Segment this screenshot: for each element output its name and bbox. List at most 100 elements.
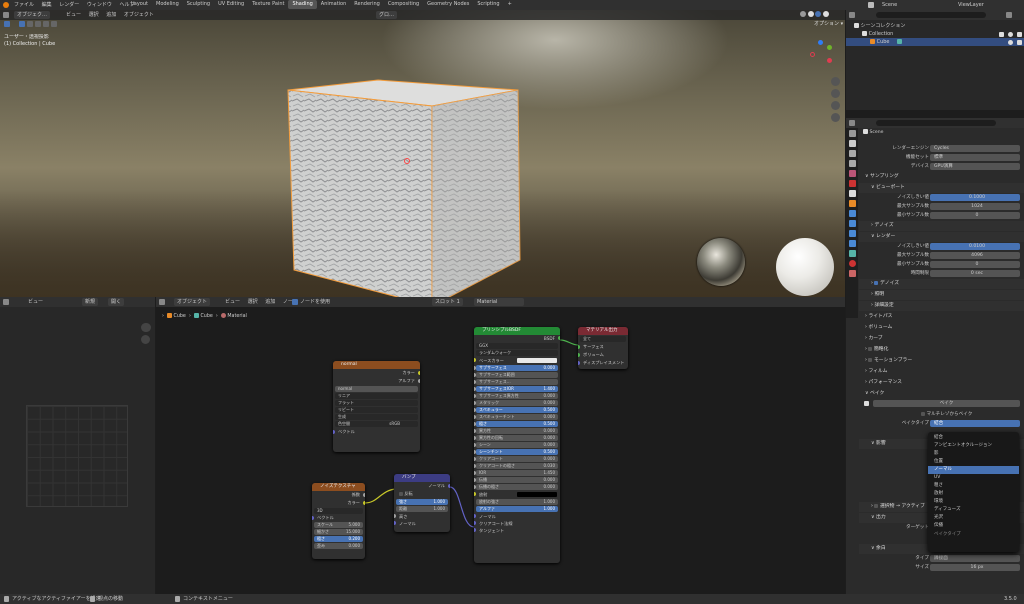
margin-type-value[interactable]: 隣接面 <box>930 555 1020 562</box>
view-layer-name[interactable]: ViewLayer <box>958 1 984 9</box>
light-paths-panel[interactable]: › ライトパス <box>859 312 1024 322</box>
particles-tab-icon[interactable] <box>848 220 856 227</box>
select-intersect-icon[interactable] <box>51 21 57 27</box>
principled-socket-4[interactable] <box>474 394 476 398</box>
multires-row[interactable]: マルチレゾからベイク <box>859 410 1024 419</box>
menu-edit[interactable]: 編集 <box>42 1 52 9</box>
margin-size-value[interactable]: 16 px <box>930 564 1020 571</box>
feature-set-value[interactable]: 標準 <box>930 154 1020 161</box>
film-panel[interactable]: › フィルム <box>859 367 1024 377</box>
world-tab-icon[interactable] <box>848 180 856 187</box>
denoise-checkbox[interactable] <box>874 280 879 285</box>
menu-render[interactable]: レンダー <box>59 1 79 9</box>
principled-socket-8[interactable] <box>474 422 476 426</box>
viewport-subpanel[interactable]: ∨ ビューポート <box>859 183 1024 193</box>
axis-y-icon[interactable] <box>827 45 832 50</box>
outliner-search-field[interactable] <box>876 12 986 18</box>
tab-sculpting[interactable]: Sculpting <box>183 0 214 9</box>
device-value[interactable]: GPU演算 <box>930 163 1020 170</box>
principled-input-16[interactable]: 伝播 0.000 <box>474 477 558 483</box>
advanced-subpanel[interactable]: › 詳細設定 <box>859 301 1024 311</box>
viewport-3d[interactable]: オブジェク… ビュー 選択 追加 オブジェクト グロ… オプション ▾ ユーザー… <box>0 10 845 297</box>
principled-input-13[interactable]: クリアコート 0.000 <box>474 456 558 462</box>
tab-texture-paint[interactable]: Texture Paint <box>248 0 288 9</box>
r-noise-row[interactable]: ノイズしきい値 0.0100 <box>859 242 1024 251</box>
principled-input-15[interactable]: IOR 1.450 <box>474 470 558 476</box>
principled-input-12[interactable]: シーンチント 0.500 <box>474 449 558 455</box>
select-subtract-icon[interactable] <box>35 21 41 27</box>
material-tab-icon[interactable] <box>848 260 856 267</box>
collection-exclude-icon[interactable] <box>999 32 1004 37</box>
bake-type-option[interactable]: 光沢 <box>928 514 1019 522</box>
socket-fac[interactable] <box>363 493 365 497</box>
r-min-row[interactable]: 最小サンプル数 0 <box>859 260 1024 269</box>
menu-object[interactable]: オブジェクト <box>124 11 154 19</box>
projection-dropdown[interactable]: フラット <box>335 400 418 406</box>
margin-size-row[interactable]: サイズ 16 px <box>859 563 1024 572</box>
vp-min-row[interactable]: 最小サンプル数 0 <box>859 211 1024 220</box>
wireframe-icon[interactable] <box>800 11 806 17</box>
render-engine-value[interactable]: Cycles <box>930 145 1020 152</box>
cube-mesh[interactable] <box>280 78 538 297</box>
tab-scripting[interactable]: Scripting <box>473 0 503 9</box>
uv-grid[interactable] <box>26 405 128 507</box>
vp-noise-row[interactable]: ノイズしきい値 0.1000 <box>859 193 1024 202</box>
render-engine-row[interactable]: レンダーエンジン Cycles <box>859 144 1024 153</box>
solid-icon[interactable] <box>807 11 814 17</box>
r-denoise-subpanel[interactable]: › デノイズ <box>859 279 1024 289</box>
image-datablock[interactable]: normal <box>335 386 418 392</box>
cube-visibility-icon[interactable] <box>1008 40 1013 45</box>
r-time-value[interactable]: 0 sec <box>930 270 1020 277</box>
base-color-swatch[interactable] <box>517 358 557 363</box>
bump-node[interactable]: バンプ ノーマル 反転 強さ 1.000 距離 1.000 高さ ノーマル <box>394 474 450 532</box>
bake-type-option[interactable]: 粗さ <box>928 482 1019 490</box>
options-dropdown[interactable]: オプション ▾ <box>814 20 843 29</box>
principled-input-1[interactable]: サブサーフェス範囲 <box>474 372 558 378</box>
tab-rendering[interactable]: Rendering <box>350 0 384 9</box>
principled-node-header[interactable]: プリンシプルBSDF <box>474 327 560 335</box>
noise-node-header[interactable]: ノイズテクスチャ <box>312 483 365 491</box>
selected-active-checkbox[interactable] <box>874 503 879 508</box>
principled-input-17[interactable]: 伝播の粗さ 0.000 <box>474 484 558 490</box>
transform-orientation[interactable]: グロ… <box>376 11 398 19</box>
navigation-gizmo[interactable] <box>808 40 838 70</box>
principled-input-9[interactable]: 異方性 0.000 <box>474 428 558 434</box>
invert-checkbox[interactable] <box>399 492 403 496</box>
tab-shading[interactable]: Shading <box>288 0 317 9</box>
select-new-icon[interactable] <box>19 21 25 27</box>
margin-type-row[interactable]: タイプ 隣接面 <box>859 554 1024 563</box>
principled-input-5[interactable]: メタリック 0.000 <box>474 400 558 406</box>
tab-compositing[interactable]: Compositing <box>384 0 423 9</box>
emission-swatch[interactable] <box>517 492 557 497</box>
socket-tangent[interactable] <box>474 528 476 532</box>
image-new-button[interactable]: 新規 <box>82 298 99 306</box>
lights-subpanel[interactable]: › 照明 <box>859 290 1024 300</box>
select-extend-icon[interactable] <box>27 21 33 27</box>
image-node-header[interactable]: normal <box>333 361 420 369</box>
principled-socket-1[interactable] <box>474 373 476 377</box>
bake-type-option[interactable]: 伝播 <box>928 522 1019 530</box>
principled-socket-13[interactable] <box>474 457 476 461</box>
socket-emission[interactable] <box>474 492 476 496</box>
principled-input-7[interactable]: スペキュラーチント 0.000 <box>474 414 558 420</box>
r-max-value[interactable]: 4096 <box>930 252 1020 259</box>
outliner-type-icon[interactable] <box>849 12 855 18</box>
render-subpanel[interactable]: ∨ レンダー <box>859 232 1024 242</box>
r-min-value[interactable]: 0 <box>930 261 1020 268</box>
principled-bsdf-node[interactable]: プリンシプルBSDF BSDF GGX ランダムウォーク ベースカラー サブサー… <box>474 327 560 563</box>
tab-animation[interactable]: Animation <box>317 0 351 9</box>
bake-type-option[interactable]: アンビエントオクルージョン <box>928 442 1019 450</box>
modifier-tab-icon[interactable] <box>848 210 856 217</box>
principled-socket-15[interactable] <box>474 471 476 475</box>
add-workspace-button[interactable]: + <box>504 0 516 9</box>
bump-node-header[interactable]: バンプ <box>394 474 450 482</box>
output-target-dropdown[interactable]: 全て <box>580 336 626 342</box>
principled-socket-12[interactable] <box>474 450 476 454</box>
vp-min-value[interactable]: 0 <box>930 212 1020 219</box>
noise-dim-dropdown[interactable]: 3D <box>314 508 363 514</box>
principled-socket-16[interactable] <box>474 478 476 482</box>
socket-height[interactable] <box>394 514 396 518</box>
output-tab-icon[interactable] <box>848 150 856 157</box>
editor-type-icon[interactable] <box>3 12 9 18</box>
principled-input-4[interactable]: サブサーフェス異方性 0.000 <box>474 393 558 399</box>
